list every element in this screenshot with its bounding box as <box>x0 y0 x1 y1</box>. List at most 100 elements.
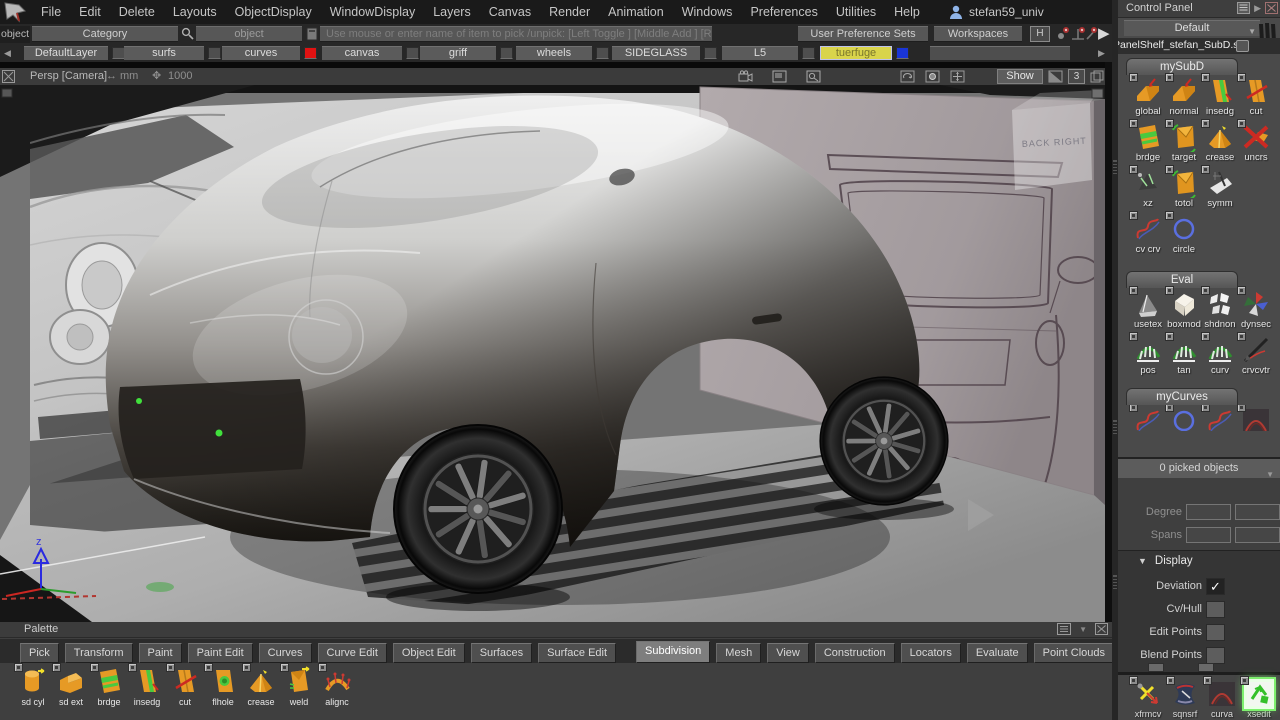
tool-checkbox[interactable] <box>14 663 23 672</box>
tool-checkbox[interactable] <box>166 663 175 672</box>
blend-points-checkbox[interactable] <box>1206 647 1225 664</box>
layer-toggle-canvas[interactable] <box>406 47 419 59</box>
edit-points-checkbox[interactable] <box>1206 624 1225 641</box>
tool-insedg[interactable]: insedg <box>1201 73 1238 121</box>
tool-checkbox[interactable] <box>1201 332 1210 341</box>
tool-usetex[interactable]: usetex <box>1129 286 1166 334</box>
tool-xz[interactable]: xz <box>1129 165 1166 213</box>
tool-checkbox[interactable] <box>242 663 251 672</box>
layer-empty-field[interactable] <box>930 46 1070 60</box>
tool-pos[interactable]: pos <box>1129 332 1166 380</box>
tab-paint-edit[interactable]: Paint Edit <box>187 643 253 663</box>
tool-crease[interactable]: crease <box>1201 119 1238 167</box>
spans-input-2[interactable] <box>1235 527 1280 543</box>
layer-defaultlayer[interactable]: DefaultLayer <box>24 46 108 60</box>
zoom-select-icon[interactable] <box>806 70 821 83</box>
tool-flhole[interactable]: flhole <box>204 663 240 707</box>
tool-sd-cyl[interactable]: sd cyl <box>14 663 50 707</box>
tool-checkbox[interactable] <box>1165 165 1174 174</box>
promptline-expand-icon[interactable]: ▶ <box>1098 24 1110 44</box>
menu-file[interactable]: File <box>32 5 70 19</box>
clipboard-icon[interactable] <box>306 27 320 41</box>
menu-render[interactable]: Render <box>540 5 599 19</box>
image-plane-icon[interactable] <box>772 70 787 83</box>
look-at-icon[interactable] <box>925 70 940 83</box>
search-icon[interactable] <box>181 27 195 41</box>
menu-windowdisplay[interactable]: WindowDisplay <box>321 5 424 19</box>
palette-collapse-icon[interactable]: ▼ <box>1079 625 1087 634</box>
tool-checkbox[interactable] <box>1201 73 1210 82</box>
tool-cut[interactable]: cut <box>166 663 202 707</box>
control-point[interactable] <box>136 398 142 404</box>
tab-curves[interactable]: Curves <box>258 643 312 663</box>
layer-canvas[interactable]: canvas <box>322 46 402 60</box>
tool-checkbox[interactable] <box>1165 405 1174 412</box>
object-mode-button[interactable]: object <box>0 26 30 43</box>
layer-curves[interactable]: curves <box>222 46 300 60</box>
panel-close-icon[interactable] <box>1265 2 1278 14</box>
camera-label[interactable]: Persp [Camera] <box>30 69 107 84</box>
layer-l5[interactable]: L5 <box>722 46 798 60</box>
shelf-preset-dropdown[interactable]: Default ▼ <box>1124 20 1260 36</box>
palette-close-icon[interactable] <box>1095 623 1108 635</box>
tool-dynsec[interactable]: dynsec <box>1237 286 1274 334</box>
layer-toggle-sideglass[interactable] <box>704 47 717 59</box>
layer-toggle-surfs[interactable] <box>208 47 221 59</box>
tool-symm[interactable]: symm <box>1201 165 1238 213</box>
tumble-icon[interactable] <box>900 70 915 83</box>
tab-surface-edit[interactable]: Surface Edit <box>538 643 617 663</box>
menu-windows[interactable]: Windows <box>673 5 742 19</box>
tool-xsedit[interactable]: xsedit <box>1240 676 1277 719</box>
clipped-checkbox[interactable] <box>1198 663 1214 672</box>
layer-toggle-l5[interactable] <box>802 47 815 59</box>
tool-checkbox[interactable] <box>1129 119 1138 128</box>
curve-tool[interactable] <box>1237 405 1274 431</box>
tool-cv-crv[interactable]: cv crv <box>1129 211 1166 259</box>
show-menu-button[interactable]: Show <box>997 69 1043 84</box>
tool-alignc[interactable]: alignc <box>318 663 354 707</box>
tool-weld[interactable]: weld <box>280 663 316 707</box>
tool-shdnon[interactable]: shdnon <box>1201 286 1238 334</box>
tool-cut[interactable]: cut <box>1237 73 1274 121</box>
track-icon[interactable] <box>950 70 965 83</box>
tool-sd-ext[interactable]: sd ext <box>52 663 88 707</box>
front-wheel[interactable] <box>392 423 564 595</box>
tab-curve-edit[interactable]: Curve Edit <box>317 643 387 663</box>
tool-curva[interactable]: curva <box>1203 676 1240 719</box>
viewport-corner-icon[interactable] <box>1091 88 1104 99</box>
tool-checkbox[interactable] <box>1237 332 1246 341</box>
shelf-file-icon[interactable] <box>1236 40 1249 52</box>
tab-evaluate[interactable]: Evaluate <box>966 643 1028 663</box>
user-block[interactable]: stefan59_univ <box>948 0 1044 24</box>
object-name-field[interactable]: object <box>196 26 302 42</box>
history-toggle-button[interactable]: H <box>1030 26 1050 42</box>
layer-toggle-wheels[interactable] <box>596 47 609 59</box>
menu-help[interactable]: Help <box>885 5 929 19</box>
menu-edit[interactable]: Edit <box>70 5 110 19</box>
tab-view[interactable]: View <box>767 643 809 663</box>
tool-crease[interactable]: crease <box>242 663 278 707</box>
tool-checkbox[interactable] <box>318 663 327 672</box>
layer-scroll-left-icon[interactable]: ◀ <box>4 48 11 59</box>
prompt-line[interactable]: Use mouse or enter name of item to pick … <box>320 26 712 42</box>
curve-tool[interactable] <box>1165 405 1202 431</box>
cv-hull-checkbox[interactable] <box>1206 601 1225 618</box>
layer-scroll-right-icon[interactable]: ▶ <box>1098 48 1105 59</box>
shelf-tab-mycurves[interactable]: myCurves <box>1126 388 1238 405</box>
layer-surfs[interactable]: surfs <box>124 46 204 60</box>
tool-checkbox[interactable] <box>1237 405 1246 412</box>
tool-checkbox[interactable] <box>1201 405 1210 412</box>
menu-utilities[interactable]: Utilities <box>827 5 885 19</box>
layer-toggle-tuerfuge[interactable] <box>896 47 909 59</box>
tool-curv[interactable]: curv <box>1201 332 1238 380</box>
user-preference-sets-button[interactable]: User Preference Sets <box>798 26 928 42</box>
tool-checkbox[interactable] <box>90 663 99 672</box>
tool-checkbox[interactable] <box>1201 119 1210 128</box>
panel-expand-icon[interactable]: ▶ <box>1254 2 1261 14</box>
tool-checkbox[interactable] <box>1165 332 1174 341</box>
tool-tan[interactable]: tan <box>1165 332 1202 380</box>
shading-toggle-icon[interactable] <box>1048 70 1063 83</box>
panel-menu-icon[interactable] <box>1237 2 1251 14</box>
pane-count-button[interactable]: 3 <box>1068 69 1085 84</box>
category-field[interactable]: Category <box>32 26 178 42</box>
